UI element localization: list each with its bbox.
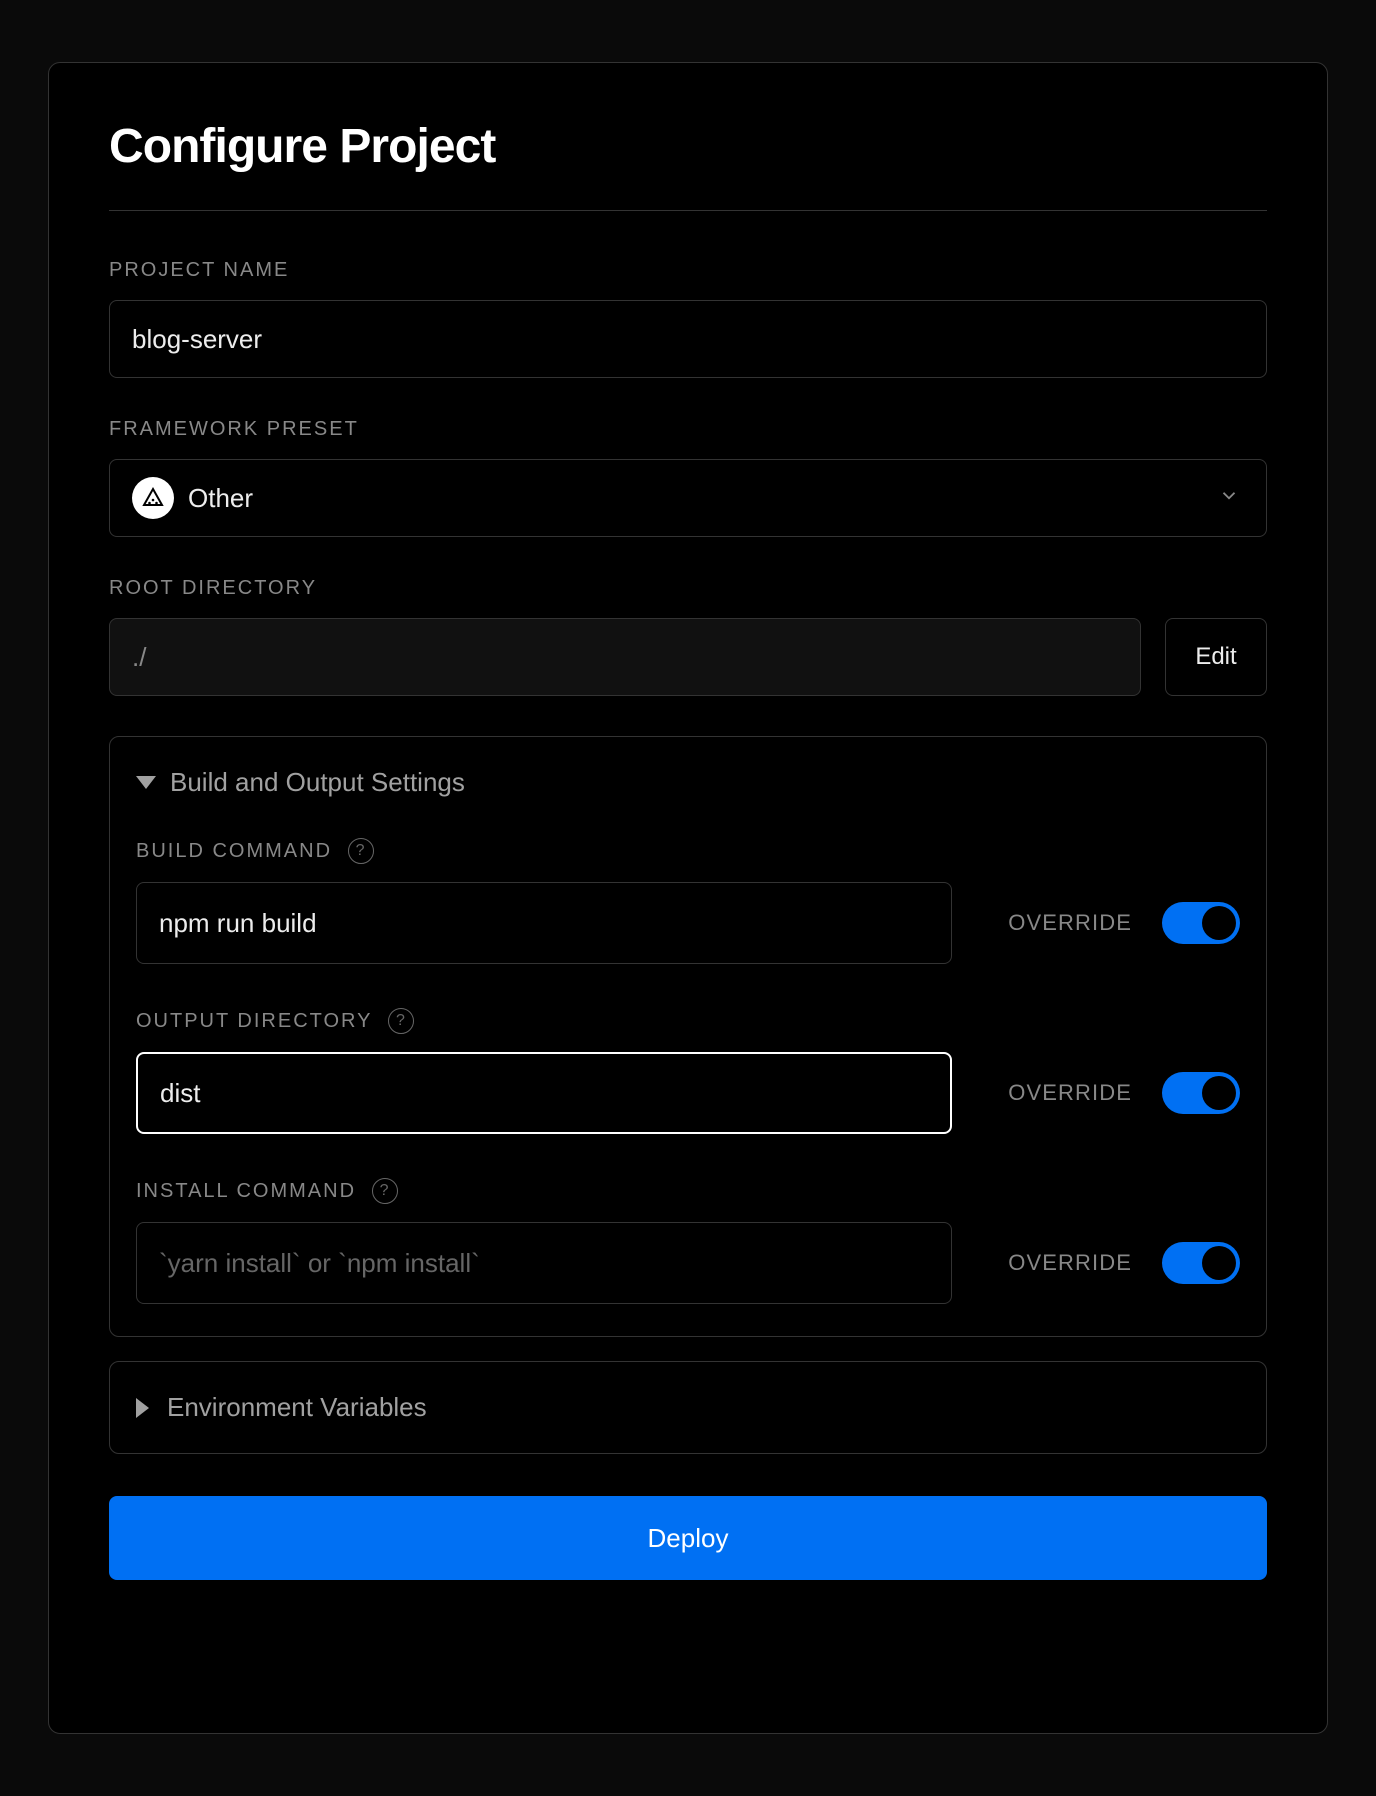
project-name-input[interactable] (109, 300, 1267, 378)
root-directory-label: ROOT DIRECTORY (109, 577, 1267, 600)
build-output-settings-title: Build and Output Settings (170, 767, 465, 798)
help-icon[interactable]: ? (388, 1008, 414, 1034)
build-command-label-row: BUILD COMMAND ? (136, 838, 1240, 864)
output-directory-input[interactable] (136, 1052, 952, 1134)
caret-down-icon (136, 776, 156, 789)
root-directory-field: ROOT DIRECTORY Edit (109, 577, 1267, 696)
framework-preset-field: FRAMEWORK PRESET Other (109, 418, 1267, 537)
install-command-label: INSTALL COMMAND (136, 1180, 356, 1203)
configure-project-panel: Configure Project PROJECT NAME FRAMEWORK… (48, 62, 1328, 1734)
build-command-input[interactable] (136, 882, 952, 964)
framework-preset-value: Other (188, 483, 253, 514)
override-label: OVERRIDE (1008, 1250, 1132, 1276)
deploy-button[interactable]: Deploy (109, 1496, 1267, 1580)
framework-preset-label: FRAMEWORK PRESET (109, 418, 1267, 441)
output-directory-label-row: OUTPUT DIRECTORY ? (136, 1008, 1240, 1034)
override-label: OVERRIDE (1008, 1080, 1132, 1106)
page-title: Configure Project (109, 119, 1267, 174)
project-name-label: PROJECT NAME (109, 259, 1267, 282)
build-command-label: BUILD COMMAND (136, 840, 332, 863)
divider (109, 210, 1267, 211)
project-name-field: PROJECT NAME (109, 259, 1267, 378)
build-command-override-toggle[interactable] (1162, 902, 1240, 944)
build-output-settings-section: Build and Output Settings BUILD COMMAND … (109, 736, 1267, 1337)
help-icon[interactable]: ? (348, 838, 374, 864)
install-command-override-toggle[interactable] (1162, 1242, 1240, 1284)
framework-preset-select[interactable]: Other (109, 459, 1267, 537)
help-icon[interactable]: ? (372, 1178, 398, 1204)
build-output-settings-toggle[interactable]: Build and Output Settings (136, 767, 1240, 798)
environment-variables-toggle[interactable]: Environment Variables (109, 1361, 1267, 1454)
root-directory-input (109, 618, 1141, 696)
install-command-label-row: INSTALL COMMAND ? (136, 1178, 1240, 1204)
framework-icon (132, 477, 174, 519)
output-directory-override-toggle[interactable] (1162, 1072, 1240, 1114)
install-command-input[interactable] (136, 1222, 952, 1304)
environment-variables-title: Environment Variables (167, 1392, 427, 1423)
root-directory-edit-button[interactable]: Edit (1165, 618, 1267, 696)
caret-right-icon (136, 1398, 149, 1418)
override-label: OVERRIDE (1008, 910, 1132, 936)
output-directory-label: OUTPUT DIRECTORY (136, 1010, 372, 1033)
chevron-down-icon (1218, 485, 1240, 512)
